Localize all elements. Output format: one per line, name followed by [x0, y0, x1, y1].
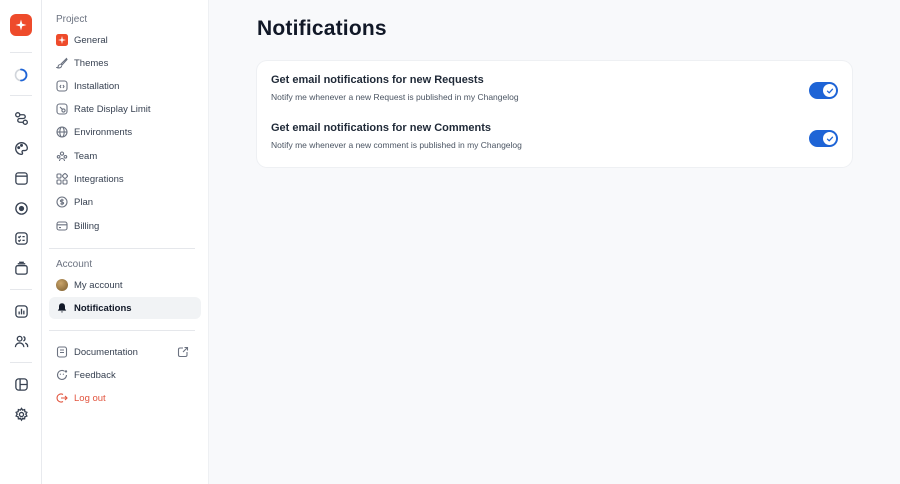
sidebar-item-label: Team: [74, 150, 98, 162]
sidebar-item-label: Notifications: [74, 302, 132, 314]
sidebar-item-label: Documentation: [74, 346, 138, 358]
sidebar-item-label: Feedback: [74, 369, 116, 381]
rail-divider: [10, 95, 32, 96]
gear-icon[interactable]: [11, 404, 31, 424]
sidebar-item-log-out[interactable]: Log out: [49, 387, 201, 409]
external-link-icon: [177, 346, 189, 358]
sidebar-item-label: Integrations: [74, 173, 124, 185]
sidebar-item-label: Log out: [74, 392, 106, 404]
rail-divider: [10, 52, 32, 53]
setting-title: Get email notifications for new Comments: [271, 122, 492, 134]
comments-email-toggle[interactable]: [809, 130, 838, 147]
settings-sidebar: Project General Themes Installation Rate…: [42, 0, 209, 484]
window-icon[interactable]: [11, 168, 31, 188]
sidebar-item-team[interactable]: Team: [49, 145, 201, 167]
book-icon: [56, 346, 68, 358]
sidebar-item-label: General: [74, 34, 108, 46]
sidebar-item-integrations[interactable]: Integrations: [49, 168, 201, 190]
icon-rail: [0, 0, 42, 484]
brand-logo-icon: [56, 34, 68, 46]
check-icon: [823, 84, 836, 97]
sidebar-item-themes[interactable]: Themes: [49, 52, 201, 74]
setting-title: Get email notifications for new Requests: [271, 74, 484, 86]
users-icon[interactable]: [11, 331, 31, 351]
setting-description: Notify me whenever a new comment is publ…: [271, 140, 522, 150]
sidebar-item-label: Environments: [74, 126, 133, 138]
record-icon[interactable]: [11, 198, 31, 218]
sidebar-item-feedback[interactable]: Feedback: [49, 364, 201, 386]
sidebar-item-notifications[interactable]: Notifications: [49, 297, 201, 319]
rail-divider: [10, 362, 32, 363]
rail-divider: [10, 289, 32, 290]
gauge-icon: [56, 103, 68, 115]
roadmap-icon[interactable]: [11, 108, 31, 128]
setting-description: Notify me whenever a new Request is publ…: [271, 92, 519, 102]
brand-logo-icon[interactable]: [10, 14, 32, 36]
sidebar-item-label: Plan: [74, 196, 94, 208]
puzzle-icon: [56, 173, 68, 185]
code-icon: [56, 80, 68, 92]
analytics-icon[interactable]: [11, 301, 31, 321]
sidebar-item-rate-display-limit[interactable]: Rate Display Limit: [49, 98, 201, 120]
sidebar-item-environments[interactable]: Environments: [49, 121, 201, 143]
section-label-project: Project: [56, 14, 88, 25]
sidebar-item-plan[interactable]: Plan: [49, 191, 201, 213]
team-icon: [56, 150, 68, 162]
sidebar-divider: [49, 248, 195, 249]
checklist-icon[interactable]: [11, 228, 31, 248]
avatar: [56, 279, 68, 291]
logout-icon: [56, 392, 68, 404]
notification-settings-card: Get email notifications for new Requests…: [257, 61, 852, 167]
billing-icon: [56, 220, 68, 232]
palette-icon[interactable]: [11, 138, 31, 158]
sidebar-item-installation[interactable]: Installation: [49, 75, 201, 97]
brush-icon: [56, 57, 68, 69]
check-icon: [823, 132, 836, 145]
setting-row-requests: Get email notifications for new Requests…: [271, 74, 838, 114]
loading-spinner-icon[interactable]: [11, 65, 31, 85]
layout-icon[interactable]: [11, 374, 31, 394]
sidebar-item-general[interactable]: General: [49, 29, 201, 51]
requests-email-toggle[interactable]: [809, 82, 838, 99]
section-label-account: Account: [56, 259, 93, 270]
sidebar-item-documentation[interactable]: Documentation: [49, 341, 201, 363]
sidebar-divider: [49, 330, 195, 331]
feedback-icon: [56, 369, 68, 381]
page-title: Notifications: [257, 17, 387, 40]
stack-icon[interactable]: [11, 258, 31, 278]
globe-icon: [56, 126, 68, 138]
setting-row-comments: Get email notifications for new Comments…: [271, 122, 838, 162]
sidebar-item-label: Installation: [74, 80, 120, 92]
sidebar-item-billing[interactable]: Billing: [49, 215, 201, 237]
sidebar-item-label: Billing: [74, 220, 100, 232]
dollar-icon: [56, 196, 68, 208]
sidebar-item-label: Themes: [74, 57, 109, 69]
sidebar-item-label: My account: [74, 279, 123, 291]
sidebar-item-label: Rate Display Limit: [74, 103, 151, 115]
sidebar-item-my-account[interactable]: My account: [49, 274, 201, 296]
bell-icon: [56, 302, 68, 314]
